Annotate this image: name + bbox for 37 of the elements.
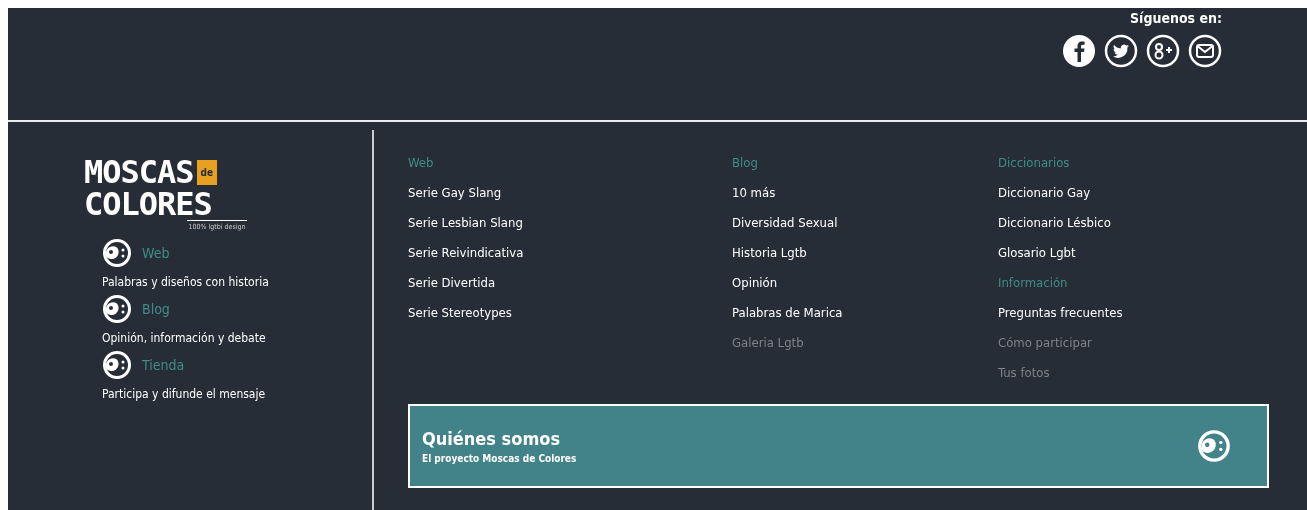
column-heading: Web xyxy=(408,154,435,172)
bird-icon[interactable] xyxy=(1104,34,1138,68)
logo-text: MOSCAS xyxy=(84,156,194,188)
footer-link[interactable]: Serie Reivindicativa xyxy=(408,238,732,268)
banner-title: Quiénes somos xyxy=(422,428,562,449)
mail-icon[interactable] xyxy=(1188,34,1222,68)
footer-link[interactable]: Diccionario Gay xyxy=(998,178,1269,208)
logo-text: COLORES xyxy=(84,188,212,220)
footer-link[interactable]: Palabras de Marica xyxy=(732,298,998,328)
footer-link[interactable]: Serie Gay Slang xyxy=(408,178,732,208)
section-link[interactable]: Blog xyxy=(142,301,170,317)
column-heading: Diccionarios xyxy=(998,154,1071,172)
column-heading: Blog xyxy=(732,154,759,172)
logo-badge: de xyxy=(196,159,218,185)
section-description: Opinión, información y debate xyxy=(102,331,267,345)
section-link[interactable]: Web xyxy=(142,245,170,261)
follow-label: Síguenos en: xyxy=(1130,10,1222,26)
footer-link[interactable]: Serie Lesbian Slang xyxy=(408,208,732,238)
section-description: Palabras y diseños con historia xyxy=(102,275,270,289)
footer-link[interactable]: Preguntas frecuentes xyxy=(998,298,1269,328)
footer-link[interactable]: Cómo participar xyxy=(998,328,1269,358)
banner-subtitle: El proyecto Moscas de Colores xyxy=(422,453,577,464)
about-banner[interactable]: Quiénes somos El proyecto Moscas de Colores xyxy=(408,404,1269,488)
section-link[interactable]: Tienda xyxy=(142,357,185,373)
footer-link[interactable]: 10 más xyxy=(732,178,998,208)
footer-link[interactable]: Serie Stereotypes xyxy=(408,298,732,328)
footer-link[interactable]: Diversidad Sexual xyxy=(732,208,998,238)
footer-link[interactable]: Glosario Lgbt xyxy=(998,238,1269,268)
footer-link[interactable]: Tus fotos xyxy=(998,358,1269,388)
column-heading: Información xyxy=(998,274,1069,292)
footer-link[interactable]: Galeria Lgtb xyxy=(732,328,998,358)
footer-link[interactable]: Serie Divertida xyxy=(408,268,732,298)
footer-link[interactable]: Opinión xyxy=(732,268,998,298)
section-description: Participa y difunde el mensaje xyxy=(102,387,267,401)
facebook-icon[interactable] xyxy=(1062,34,1096,68)
footer-link[interactable]: Historia Lgtb xyxy=(732,238,998,268)
footer-link[interactable]: Diccionario Lésbico xyxy=(998,208,1269,238)
